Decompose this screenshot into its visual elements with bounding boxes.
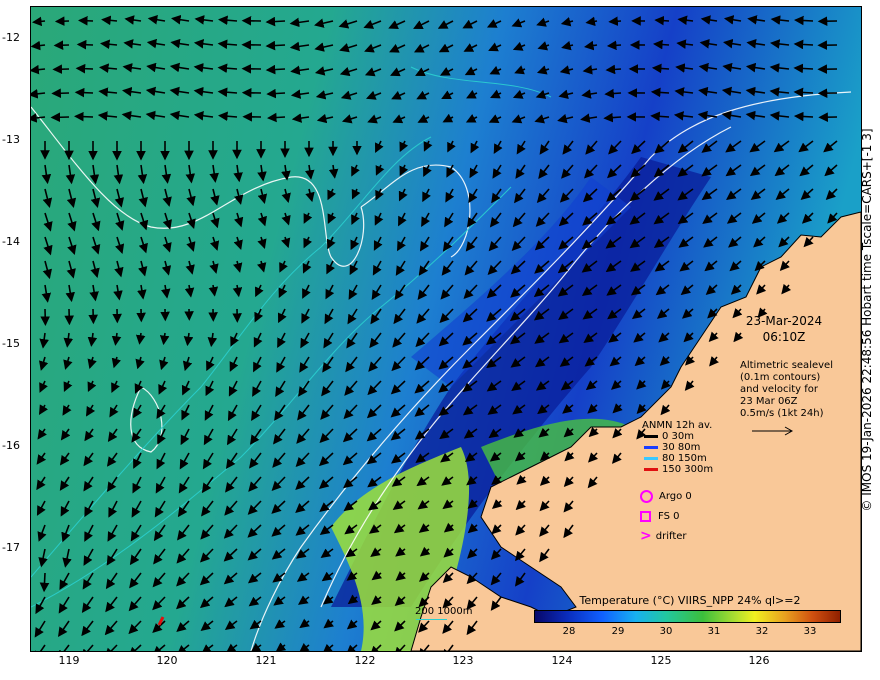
arrow-icon <box>644 457 658 460</box>
legend-item: 150 300m <box>644 464 713 475</box>
square-icon <box>640 510 651 522</box>
colorbar-title: Temperature (°C) VIIRS_NPP 24% ql>=2 <box>579 594 801 607</box>
legend-item: > drifter <box>640 528 713 544</box>
colorbar-tick: 29 <box>611 626 625 637</box>
altimetry-line: 0.5m/s (1kt 24h) <box>740 408 824 419</box>
velocity-arrow <box>606 40 622 51</box>
map-legend: ANMN 12h av. 0 30m 30 80m 80 150m 150 30… <box>640 420 713 544</box>
velocity-arrow <box>265 16 286 27</box>
legend-label: 150 300m <box>662 464 714 475</box>
circle-icon <box>640 489 653 503</box>
y-tick-label: -17 <box>2 541 20 554</box>
x-tick-label: 121 <box>255 654 277 667</box>
velocity-arrow <box>793 39 814 50</box>
legend-label: drifter <box>655 530 687 542</box>
altimetry-line: and velocity for <box>740 384 819 395</box>
time-text: 06:10Z <box>762 330 806 344</box>
velocity-arrow <box>39 572 50 593</box>
colorbar <box>534 610 841 623</box>
x-tick-label: 119 <box>58 654 80 667</box>
velocity-arrow <box>50 112 70 123</box>
colorbar-tick: 33 <box>803 626 817 637</box>
velocity-arrow <box>267 112 286 123</box>
velocity-arrow <box>653 39 670 50</box>
x-tick-label: 125 <box>650 654 672 667</box>
colorbar-tick: 30 <box>659 626 673 637</box>
velocity-arrow <box>793 111 814 122</box>
y-tick-label: -13 <box>2 133 20 146</box>
x-tick-label: 124 <box>551 654 573 667</box>
legend-item: FS 0 <box>640 509 713 523</box>
arrow-icon <box>644 468 658 471</box>
x-tick-label: 122 <box>354 654 376 667</box>
velocity-arrow <box>794 15 814 26</box>
altimetry-annotation: Altimetric sealevel (0.1m contours) and … <box>740 360 833 420</box>
altimetry-line: 23 Mar 06Z <box>740 396 798 407</box>
velocity-arrow <box>265 40 286 51</box>
colorbar-tick: 28 <box>562 626 576 637</box>
legend-label: FS 0 <box>658 510 680 522</box>
date-text: 23-Mar-2024 <box>745 314 823 328</box>
chevron-icon: > <box>640 528 652 544</box>
velocity-arrow <box>74 111 94 122</box>
x-tick-label: 123 <box>452 654 474 667</box>
legend-item: 0 30m <box>644 431 713 442</box>
y-tick-label: -16 <box>2 439 20 452</box>
y-tick-label: -14 <box>2 235 20 248</box>
arrow-icon <box>644 446 658 449</box>
velocity-arrow <box>650 87 670 98</box>
altimetry-line: Altimetric sealevel <box>740 360 833 371</box>
legend-item: 30 80m <box>644 442 713 453</box>
velocity-arrow <box>265 64 286 75</box>
isobath-label: 200 1000m <box>415 606 473 617</box>
velocity-arrow <box>605 64 622 75</box>
velocity-arrow <box>74 87 94 98</box>
velocity-scale-arrow <box>752 426 794 436</box>
colorbar-tick: 32 <box>755 626 769 637</box>
legend-label: 0 30m <box>662 431 695 442</box>
altimetry-line: (0.1m contours) <box>740 372 821 383</box>
legend-item: Argo 0 <box>640 489 713 503</box>
date-annotation: 23-Mar-2024 06:10Z <box>736 313 832 345</box>
velocity-arrow <box>793 63 814 74</box>
arrow-icon <box>644 435 658 438</box>
x-tick-label: 126 <box>748 654 770 667</box>
velocity-arrow <box>604 88 622 99</box>
velocity-arrow <box>654 15 670 26</box>
velocity-arrow <box>76 39 94 50</box>
velocity-arrow <box>651 63 670 74</box>
velocity-arrow <box>78 15 94 26</box>
legend-label: 80 150m <box>662 453 707 464</box>
legend-title: ANMN 12h av. <box>642 420 713 431</box>
isobath-swatch <box>416 619 447 620</box>
velocity-arrow <box>75 63 94 74</box>
velocity-arrow <box>51 88 70 99</box>
velocity-arrow <box>608 16 622 27</box>
credit-text: © IMOS 19-Jan-2026 22:48:56 Hobart time … <box>860 128 874 512</box>
velocity-arrow <box>266 88 286 99</box>
velocity-arrow <box>793 87 814 98</box>
legend-label: Argo 0 <box>659 490 692 502</box>
y-tick-label: -15 <box>2 337 20 350</box>
legend-label: 30 80m <box>662 442 701 453</box>
y-tick-label: -12 <box>2 31 20 44</box>
x-tick-label: 120 <box>156 654 178 667</box>
colorbar-tick: 31 <box>707 626 721 637</box>
legend-item: 80 150m <box>644 453 713 464</box>
